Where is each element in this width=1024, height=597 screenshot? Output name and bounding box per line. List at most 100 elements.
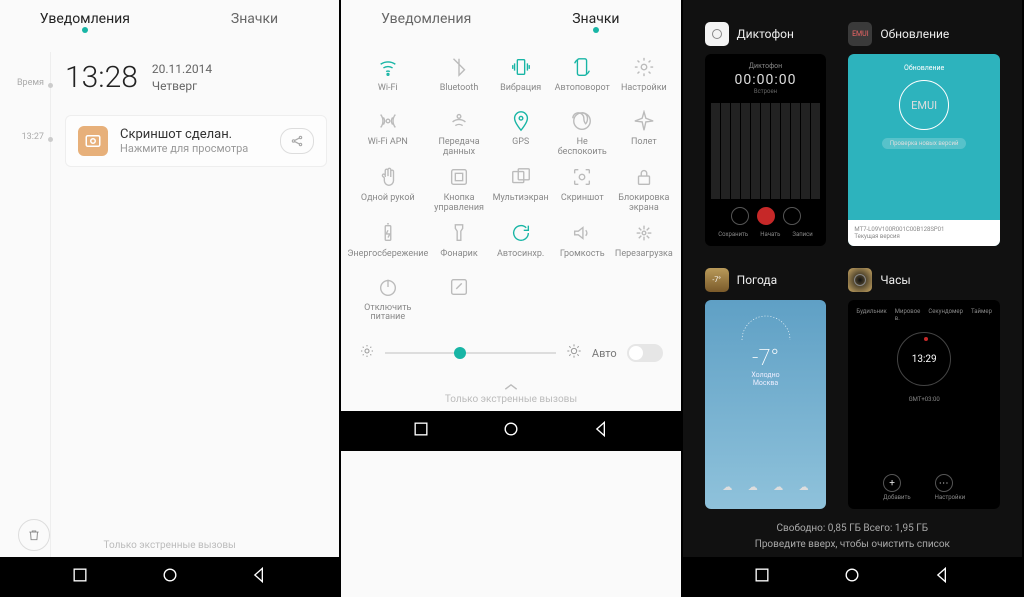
brightness-thumb[interactable] [454,347,466,359]
toggle-vibration[interactable]: Вибрация [490,54,552,102]
phone-2-quick-settings: Уведомления Значки Wi-Fi Bluetooth Вибраци… [341,0,682,597]
recent-card-title: Погода [737,273,778,287]
dicta-list-button[interactable] [783,207,801,225]
toggle-edit[interactable] [428,274,490,324]
toggle-label: Отключить питание [347,304,428,324]
toggle-bluetooth[interactable]: Bluetooth [428,54,490,102]
dicta-header: Диктофон [749,62,782,70]
toggle-multiscreen[interactable]: Мультиэкран [490,164,552,214]
clock-add-label: Добавить [883,494,911,501]
onehand-icon [375,164,401,190]
nav-back[interactable] [591,419,611,443]
clock-add-button[interactable]: + [883,474,901,492]
recent-card-title: Обновление [880,27,949,41]
tab-notifications[interactable]: Уведомления [341,11,511,33]
power-save-icon [375,220,401,246]
tab-toggles[interactable]: Значки [170,11,340,33]
clock-time: 13:28 [65,60,138,95]
nav-home[interactable] [160,565,180,589]
emergency-calls-label: Только экстренные вызовы [0,540,339,551]
toggle-label: Мультиэкран [493,194,549,212]
flashlight-icon [446,220,472,246]
toggle-settings[interactable]: Настройки [613,54,675,102]
toggle-wifi-apn[interactable]: Wi-Fi APN [347,108,428,158]
toggle-autosync[interactable]: Автосинхр. [490,220,552,268]
clock-timezone: GMT+03:00 [909,396,940,403]
toggle-gps[interactable]: GPS [490,108,552,158]
toggle-onehand[interactable]: Одной рукой [347,164,428,214]
recents-grid: Диктофон Диктофон 00:00:00 Встроен Сохра… [683,0,1022,515]
nav-back[interactable] [932,565,952,589]
clock-tab-alarm: Будильник [856,308,886,322]
notification-card[interactable]: Скриншот сделан. Нажмите для просмотра [65,115,327,167]
update-check-banner: Проверка новых версий [882,138,967,149]
toggle-flashlight[interactable]: Фонарик [428,220,490,268]
clock-settings-button[interactable]: ⋯ [935,474,953,492]
clock-weekday: Четверг [152,78,212,95]
weather-condition: Холодно [751,371,779,379]
screenshot-icon [569,164,595,190]
toggle-data[interactable]: Передача данных [428,108,490,158]
nav-home[interactable] [842,565,862,589]
share-button[interactable] [280,128,314,154]
toggle-wifi[interactable]: Wi-Fi [347,54,428,102]
wifi-apn-icon [375,108,401,134]
toggle-power-save[interactable]: Энергосбережение [347,220,428,268]
brightness-row: Авто [341,333,680,373]
toggle-label: Скриншот [561,194,604,212]
tab-toggles[interactable]: Значки [511,11,681,33]
toggle-label: Wi-Fi [378,84,398,102]
toggle-control-btn[interactable]: Кнопка управления [428,164,490,214]
toggle-screen-lock[interactable]: Блокировка экрана [613,164,675,214]
recent-card-weather[interactable]: -7° Погода -7° Холодно Москва ☁☁☁☁ [705,268,827,509]
toggle-label: Настройки [621,84,667,102]
recents-footer: Свободно: 0,85 ГБ Всего: 1,95 ГБ Проведи… [683,515,1022,557]
nav-back[interactable] [249,565,269,589]
clock-face: 13:29 [897,332,951,386]
toggle-label: Громкость [560,250,605,268]
android-navbar [341,411,680,451]
nav-recents[interactable] [411,419,431,443]
toggle-autorotate[interactable]: Автоповорот [551,54,613,102]
dicta-sub: Встроен [754,88,777,95]
nav-recents[interactable] [70,565,90,589]
weather-city: Москва [753,379,778,387]
dicta-record-button[interactable] [757,207,775,225]
toggle-label: Wi-Fi APN [368,138,408,156]
update-app-icon: EMUI [848,22,872,46]
update-header: Обновление [904,64,944,72]
dicta-label-records: Записи [792,231,812,238]
brightness-slider[interactable] [385,352,556,354]
nav-recents[interactable] [752,565,772,589]
recent-card-update[interactable]: EMUI Обновление Обновление EMUI Проверка… [848,22,1000,246]
dicta-label-start: Начать [760,231,780,238]
gps-icon [508,108,534,134]
toggle-volume[interactable]: Громкость [551,220,613,268]
timeline-label-now: Время [0,74,50,88]
wifi-icon [375,54,401,80]
toggle-label: Блокировка экрана [613,194,675,214]
dicta-save-button[interactable] [731,207,749,225]
toggle-reboot[interactable]: Перезагрузка [613,220,675,268]
auto-brightness-label: Авто [592,347,617,360]
toggle-label: Вибрация [500,84,541,102]
data-icon [446,108,472,134]
multiscreen-icon [508,164,534,190]
recent-card-dictaphone[interactable]: Диктофон Диктофон 00:00:00 Встроен Сохра… [705,22,827,246]
auto-brightness-toggle[interactable] [627,344,663,362]
toggle-label: Перезагрузка [615,250,673,268]
toggle-screenshot[interactable]: Скриншот [551,164,613,214]
toggle-dnd[interactable]: Не беспокоить [551,108,613,158]
nav-home[interactable] [501,419,521,443]
clock-app-icon [848,268,872,292]
swipe-hint: Проведите вверх, чтобы очистить список [683,537,1022,553]
toggle-label: Автосинхр. [497,250,544,268]
recent-card-title: Часы [880,273,910,287]
tab-notifications[interactable]: Уведомления [0,11,170,33]
dnd-icon [569,108,595,134]
toggle-airplane[interactable]: Полет [613,108,675,158]
brightness-low-icon [359,343,375,363]
toggle-power-off[interactable]: Отключить питание [347,274,428,324]
recent-card-clock[interactable]: Часы Будильник Мировое в. Секундомер Тай… [848,268,1000,509]
emui-logo-ring: EMUI [899,80,949,130]
